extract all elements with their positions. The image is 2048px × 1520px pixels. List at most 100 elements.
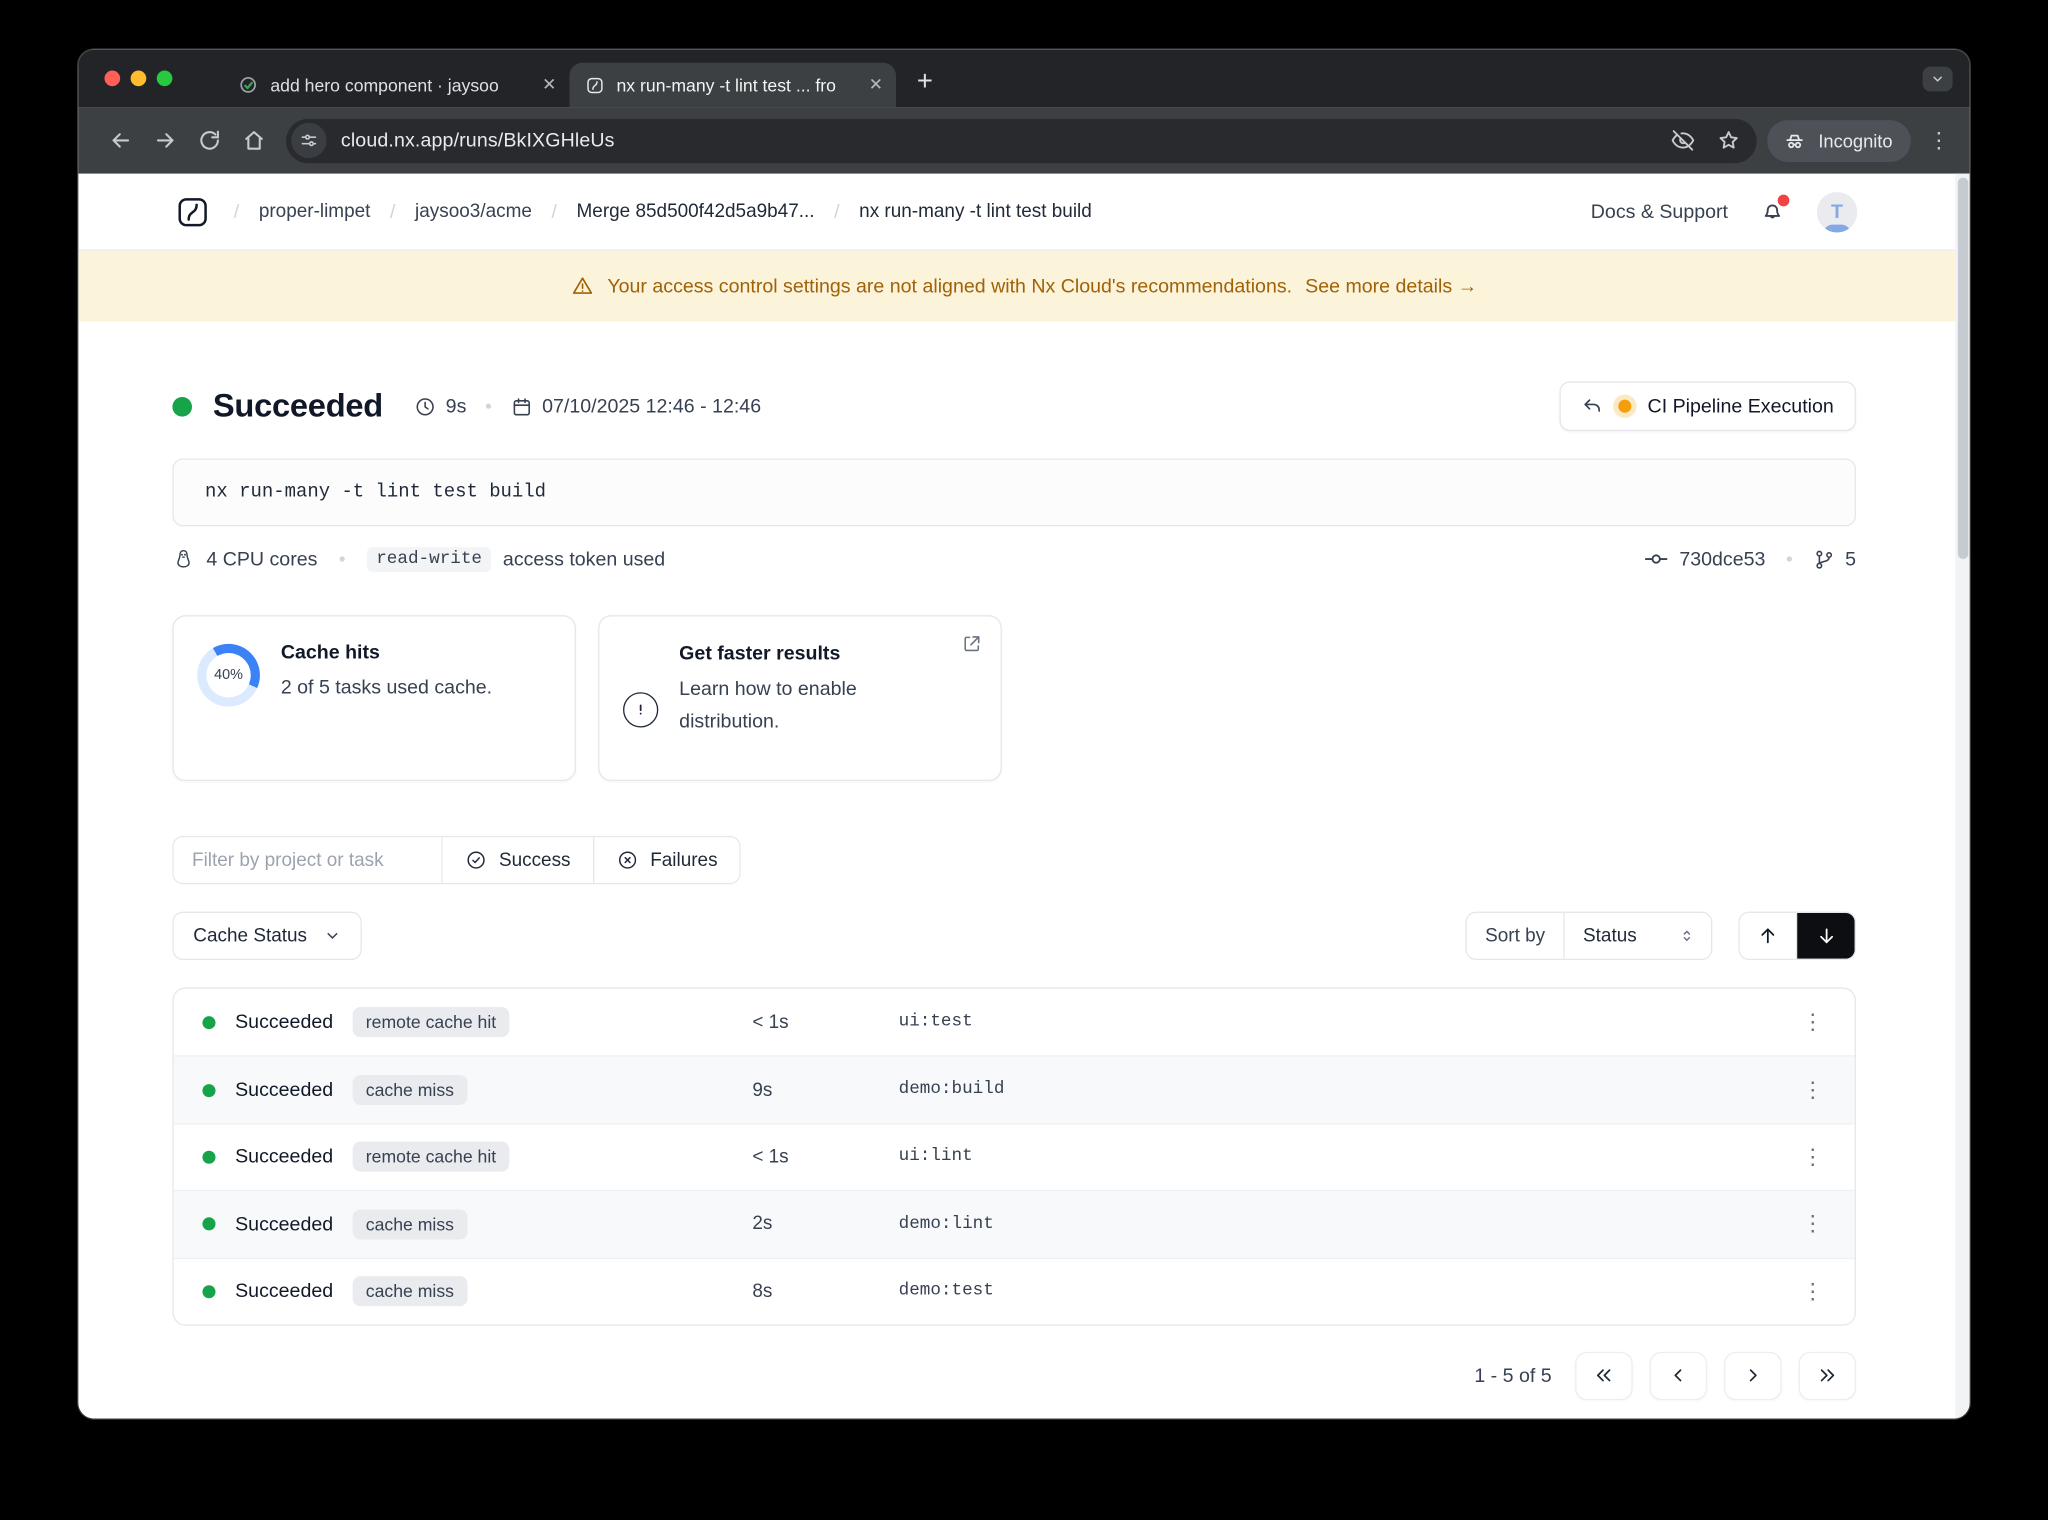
chevron-left-icon: [1674, 1369, 1682, 1383]
forward-button[interactable]: [142, 118, 186, 162]
incognito-badge: Incognito: [1767, 119, 1911, 162]
table-row[interactable]: Succeeded cache miss 8s demo:test ⋮: [173, 1257, 1855, 1324]
sort-direction-toggle: [1738, 911, 1856, 960]
faster-results-card[interactable]: Get faster results Learn how to enable d…: [598, 615, 1002, 782]
browser-menu-icon[interactable]: ⋮: [1928, 127, 1950, 153]
nx-logo[interactable]: [175, 194, 210, 229]
tab-search-chevron-button[interactable]: [1922, 66, 1953, 92]
table-row[interactable]: Succeeded cache miss 2s demo:lint ⋮: [173, 1190, 1855, 1258]
reload-button[interactable]: [187, 118, 231, 162]
row-status-cell: Succeeded cache miss: [202, 1209, 752, 1240]
cache-donut-chart: 40%: [197, 643, 260, 707]
warning-banner: Your access control settings are not ali…: [78, 250, 1970, 322]
close-window-button[interactable]: [104, 70, 121, 87]
bookmark-star-icon[interactable]: [1716, 128, 1741, 153]
row-success-dot: [202, 1150, 216, 1164]
back-button[interactable]: [98, 118, 142, 162]
page-scrollbar[interactable]: [1955, 173, 1970, 1419]
filter-group: Success Failures: [172, 835, 742, 885]
commit-sha[interactable]: 730dce53: [1679, 548, 1765, 570]
sort-value: Status: [1583, 925, 1637, 947]
previous-page-button[interactable]: [1649, 1351, 1708, 1401]
access-token-suffix: access token used: [502, 547, 666, 571]
breadcrumb: / proper-limpet / jaysoo3/acme / Merge 8…: [234, 200, 1092, 222]
close-tab-icon[interactable]: ✕: [542, 74, 556, 95]
status-success-dot: [172, 396, 192, 416]
row-menu-icon[interactable]: ⋮: [1800, 1211, 1826, 1237]
filter-input[interactable]: [173, 837, 443, 883]
row-success-dot: [202, 1217, 216, 1231]
undo-arrow-icon: [1584, 399, 1601, 412]
cache-hits-card: 40% Cache hits 2 of 5 tasks used cache.: [172, 615, 577, 782]
cache-status-label: Cache Status: [193, 925, 308, 947]
nx-cloud-favicon: [585, 75, 605, 95]
row-duration: 8s: [752, 1280, 773, 1302]
arrow-down-icon: [1819, 928, 1833, 944]
eye-off-icon[interactable]: [1671, 128, 1696, 153]
table-row[interactable]: Succeeded remote cache hit < 1s ui:lint …: [173, 1122, 1855, 1190]
breadcrumb-separator: /: [390, 200, 396, 223]
row-task-name[interactable]: demo:test: [899, 1282, 1800, 1302]
failures-filter-button[interactable]: Failures: [592, 837, 740, 883]
new-tab-button[interactable]: +: [917, 67, 933, 98]
url-text[interactable]: cloud.nx.app/runs/BkIXGHleUs: [341, 129, 615, 151]
cache-status-dropdown[interactable]: Cache Status: [172, 911, 362, 960]
zoom-window-button[interactable]: [156, 70, 173, 87]
row-menu-icon[interactable]: ⋮: [1800, 1077, 1826, 1103]
notifications-bell-icon[interactable]: [1759, 194, 1790, 225]
run-meta: 9s 07/10/2025 12:46 - 12:46: [414, 395, 761, 417]
row-duration: 9s: [752, 1079, 773, 1101]
row-task-name[interactable]: ui:test: [899, 1012, 1800, 1032]
row-status-cell: Succeeded remote cache hit: [202, 1142, 752, 1173]
cache-card-text: Cache hits 2 of 5 tasks used cache.: [281, 641, 492, 755]
home-button[interactable]: [231, 118, 275, 162]
minimize-window-button[interactable]: [130, 70, 147, 87]
agent-meta-row: 4 CPU cores read-write access token used…: [172, 546, 1856, 572]
row-task-name[interactable]: demo:lint: [899, 1215, 1800, 1235]
branch-count[interactable]: 5: [1845, 548, 1856, 570]
tab-add-hero-component[interactable]: add hero component · jaysoo ✕: [222, 63, 569, 107]
sort-descending-button[interactable]: [1797, 912, 1855, 959]
scrollbar-thumb[interactable]: [1957, 177, 1968, 560]
row-status-label: Succeeded: [235, 1011, 334, 1034]
last-page-button[interactable]: [1798, 1351, 1856, 1401]
banner-see-more-link[interactable]: See more details →: [1305, 275, 1477, 297]
row-success-dot: [202, 1284, 216, 1298]
row-task-name[interactable]: ui:lint: [899, 1147, 1800, 1167]
chevron-right-icon: [1749, 1369, 1757, 1383]
branch-icon: [1815, 549, 1832, 569]
success-filter-button[interactable]: Success: [442, 837, 593, 883]
address-bar[interactable]: cloud.nx.app/runs/BkIXGHleUs: [286, 118, 1757, 163]
row-status-label: Succeeded: [235, 1078, 334, 1102]
table-row[interactable]: Succeeded remote cache hit < 1s ui:test …: [174, 989, 1855, 1056]
row-menu-icon[interactable]: ⋮: [1800, 1278, 1826, 1304]
info-icon: [623, 692, 659, 728]
calendar-icon: [513, 397, 531, 415]
breadcrumb-repo[interactable]: jaysoo3/acme: [415, 201, 532, 222]
table-row[interactable]: Succeeded cache miss 9s demo:build ⋮: [173, 1055, 1855, 1123]
row-task-name[interactable]: demo:build: [899, 1080, 1800, 1100]
breadcrumb-separator: /: [834, 200, 840, 223]
row-status-label: Succeeded: [235, 1213, 334, 1236]
close-tab-icon[interactable]: ✕: [869, 74, 883, 95]
site-settings-icon[interactable]: [291, 122, 327, 159]
row-cache-badge: cache miss: [352, 1209, 468, 1240]
breadcrumb-run[interactable]: nx run-many -t lint test build: [859, 201, 1092, 222]
external-link-icon[interactable]: [961, 633, 982, 654]
clock-icon: [416, 397, 435, 415]
pagination-label: 1 - 5 of 5: [1474, 1364, 1552, 1388]
avatar[interactable]: T: [1816, 191, 1858, 232]
breadcrumb-commit[interactable]: Merge 85d500f42d5a9b47...: [577, 201, 815, 222]
next-page-button[interactable]: [1724, 1351, 1782, 1401]
tab-nx-run[interactable]: nx run-many -t lint test ... fro ✕: [569, 62, 896, 108]
pipeline-status-dot: [1618, 399, 1632, 413]
row-menu-icon[interactable]: ⋮: [1800, 1009, 1826, 1035]
sort-select[interactable]: Status: [1565, 913, 1711, 959]
sort-ascending-button[interactable]: [1739, 912, 1798, 959]
row-menu-icon[interactable]: ⋮: [1800, 1144, 1826, 1170]
run-datetime: 07/10/2025 12:46 - 12:46: [542, 395, 762, 418]
breadcrumb-workspace[interactable]: proper-limpet: [259, 201, 371, 222]
ci-pipeline-execution-button[interactable]: CI Pipeline Execution: [1560, 381, 1856, 432]
docs-support-link[interactable]: Docs & Support: [1591, 200, 1728, 222]
first-page-button[interactable]: [1575, 1351, 1633, 1401]
